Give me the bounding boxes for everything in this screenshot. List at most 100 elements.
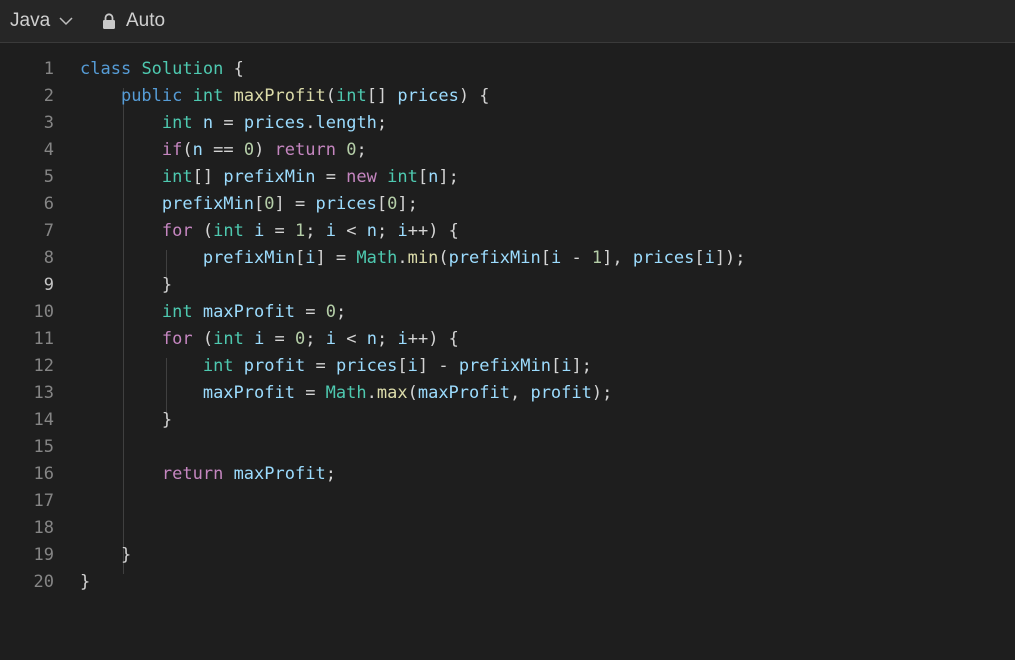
code-token: ; — [376, 221, 398, 241]
code-token: , — [509, 383, 531, 403]
code-token: ; — [335, 302, 347, 322]
code-token: maxProfit — [417, 383, 510, 403]
line-number: 15 — [33, 437, 54, 457]
code-token: - — [561, 248, 592, 268]
code-token: ( — [325, 86, 336, 106]
code-token: for — [161, 329, 193, 349]
code-token: int — [161, 113, 193, 133]
code-token: n — [192, 140, 203, 160]
code-token: ( — [182, 140, 193, 160]
code-token: int — [335, 86, 367, 106]
line-number: 20 — [33, 572, 54, 592]
code-token: ++) { — [407, 221, 459, 241]
code-token: = — [305, 356, 336, 376]
code-token: ); — [591, 383, 613, 403]
code-line[interactable]: 5 int[] prefixMin = new int[n]; — [0, 164, 1015, 191]
code-token: } — [80, 572, 91, 592]
code-line[interactable]: 1 class Solution { — [0, 56, 1015, 83]
code-token: < — [336, 329, 367, 349]
code-token: Solution — [141, 59, 224, 79]
line-number: 10 — [33, 302, 54, 322]
code-token: { — [223, 59, 244, 79]
code-line[interactable]: 19 } — [0, 542, 1015, 569]
code-token: = — [294, 383, 326, 403]
code-token: prefixMin — [161, 194, 255, 214]
line-code: prefixMin[i] = Math.min(prefixMin[i - 1]… — [80, 245, 746, 272]
line-code: for (int i = 0; i < n; i++) { — [80, 326, 459, 353]
code-line[interactable]: 11 for (int i = 0; i < n; i++) { — [0, 326, 1015, 353]
code-line[interactable]: 13 maxProfit = Math.max(maxProfit, profi… — [0, 380, 1015, 407]
code-token: i — [550, 248, 562, 268]
code-token: . — [397, 248, 408, 268]
line-number: 19 — [33, 545, 54, 565]
code-token: Math — [325, 383, 367, 403]
code-line[interactable]: 4 if(n == 0) return 0; — [0, 137, 1015, 164]
code-token: Math — [356, 248, 398, 268]
code-token: prefixMin — [458, 356, 551, 376]
line-number: 9 — [43, 275, 54, 295]
code-token: if — [161, 140, 183, 160]
code-line[interactable]: 14 } — [0, 407, 1015, 434]
code-token: [ — [376, 194, 388, 214]
code-token: [] — [192, 167, 224, 187]
code-token: 0 — [264, 194, 275, 214]
code-token: int — [161, 167, 193, 187]
line-code: if(n == 0) return 0; — [80, 137, 367, 164]
code-token: prefixMin — [223, 167, 316, 187]
code-line[interactable]: 10 int maxProfit = 0; — [0, 299, 1015, 326]
code-token: = — [264, 329, 296, 349]
code-token: int — [192, 86, 224, 106]
code-token: int — [161, 302, 193, 322]
line-number: 2 — [43, 86, 54, 106]
code-line[interactable]: 3 int n = prices.length; — [0, 110, 1015, 137]
lock-icon — [103, 13, 115, 29]
code-token: ]; — [397, 194, 418, 214]
code-editor[interactable]: 1 class Solution {2 public int maxProfit(… — [0, 44, 1015, 644]
code-line[interactable]: 2 public int maxProfit(int[] prices) { — [0, 83, 1015, 110]
code-token: = — [294, 302, 326, 322]
code-token: 1 — [591, 248, 603, 268]
code-line[interactable]: 12 int profit = prices[i] - prefixMin[i]… — [0, 353, 1015, 380]
code-token: ]; — [438, 167, 459, 187]
code-token: i — [254, 221, 265, 241]
code-token: ( — [192, 329, 214, 349]
code-token: ; — [376, 113, 388, 133]
code-token: ; — [376, 329, 398, 349]
code-line[interactable]: 6 prefixMin[0] = prices[0]; — [0, 191, 1015, 218]
code-line[interactable]: 8 prefixMin[i] = Math.min(prefixMin[i - … — [0, 245, 1015, 272]
code-line[interactable]: 20} — [0, 569, 1015, 596]
code-line[interactable]: 7 for (int i = 1; i < n; i++) { — [0, 218, 1015, 245]
code-token: maxProfit — [202, 383, 295, 403]
line-code: prefixMin[0] = prices[0]; — [80, 191, 418, 218]
line-code: int profit = prices[i] - prefixMin[i]; — [80, 353, 592, 380]
line-code: int maxProfit = 0; — [80, 299, 346, 326]
language-selector[interactable]: Java — [10, 10, 74, 32]
chevron-down-icon — [59, 17, 73, 26]
code-line[interactable]: 9 } — [0, 272, 1015, 299]
code-token: n — [202, 113, 214, 133]
code-token: i — [397, 221, 408, 241]
code-token: maxProfit — [233, 86, 326, 106]
code-token: [ — [540, 248, 551, 268]
code-token: ( — [192, 221, 214, 241]
code-token: min — [407, 248, 439, 268]
code-token: = — [264, 221, 296, 241]
code-line[interactable]: 16 return maxProfit; — [0, 461, 1015, 488]
auto-mode-toggle[interactable]: Auto — [102, 10, 165, 32]
code-line[interactable]: 15 — [0, 434, 1015, 461]
code-token: prices — [335, 356, 398, 376]
code-line[interactable]: 18 — [0, 515, 1015, 542]
code-token: i — [325, 329, 337, 349]
line-code: class Solution { — [80, 56, 244, 83]
code-line[interactable]: 17 — [0, 488, 1015, 515]
